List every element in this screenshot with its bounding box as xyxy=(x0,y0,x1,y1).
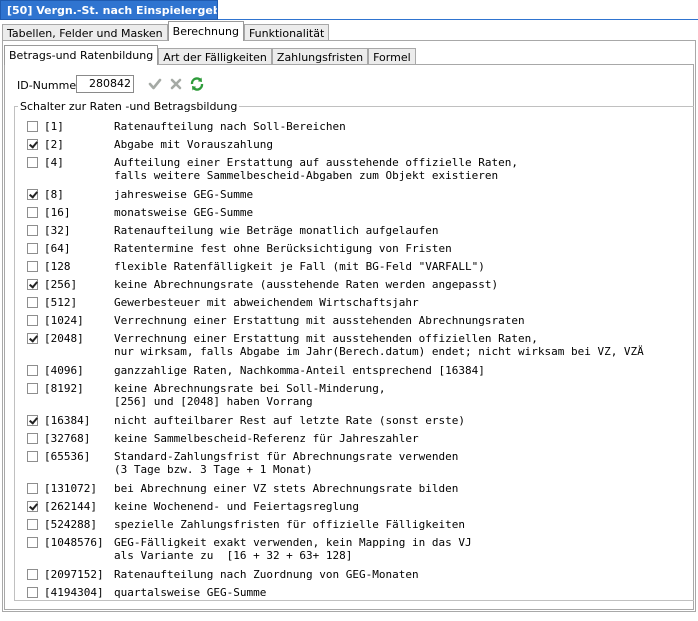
tab-berechnung[interactable]: Berechnung xyxy=(167,21,244,41)
option-checkbox[interactable] xyxy=(27,189,38,200)
option-checkbox[interactable] xyxy=(27,519,38,530)
option-code: [1] xyxy=(44,120,64,133)
option-checkbox[interactable] xyxy=(27,333,38,344)
option-code: [65536] xyxy=(44,450,91,463)
option-description: quartalsweise GEG-Summe xyxy=(114,586,267,599)
option-code: [131072] xyxy=(44,482,97,495)
option-description: GEG-Fälligkeit exakt verwenden, kein Map… xyxy=(114,536,472,562)
option-checkbox[interactable] xyxy=(27,207,38,218)
option-description: Standard-Zahlungsfrist für Abrechnungsra… xyxy=(114,450,459,476)
option-description: Ratenaufteilung wie Beträge monatlich au… xyxy=(114,224,439,237)
option-description: Ratentermine fest ohne Berücksichtigung … xyxy=(114,242,452,255)
option-description: monatsweise GEG-Summe xyxy=(114,206,254,219)
option-description: Abgabe mit Vorauszahlung xyxy=(114,138,273,151)
option-description: keine Wochenend- und Feiertagsreglung xyxy=(114,500,360,513)
check-icon xyxy=(148,78,162,90)
option-code: [128 xyxy=(44,260,71,273)
tab-formel[interactable]: Formel xyxy=(368,48,416,65)
option-code: [4096] xyxy=(44,364,84,377)
option-checkbox[interactable] xyxy=(27,537,38,548)
option-checkbox[interactable] xyxy=(27,415,38,426)
option-description: flexible Ratenfälligkeit je Fall (mit BG… xyxy=(114,260,485,273)
option-code: [8] xyxy=(44,188,64,201)
option-description: keine Sammelbescheid-Referenz für Jahres… xyxy=(114,432,419,445)
option-code: [4] xyxy=(44,156,64,169)
tab-funktionalitaet[interactable]: Funktionalität xyxy=(243,24,330,41)
option-description: Ratenaufteilung nach Soll-Bereichen xyxy=(114,120,346,133)
option-code: [1048576] xyxy=(44,536,104,549)
refresh-icon xyxy=(190,77,204,91)
switch-group-title: Schalter zur Raten -und Betragsbildung xyxy=(18,100,240,113)
option-code: [64] xyxy=(44,242,71,255)
option-description: Aufteilung einer Erstattung auf ausstehe… xyxy=(114,156,518,182)
option-code: [512] xyxy=(44,296,78,309)
refresh-button[interactable] xyxy=(188,75,206,93)
option-code: [2] xyxy=(44,138,64,151)
option-checkbox[interactable] xyxy=(27,261,38,272)
option-checkbox[interactable] xyxy=(27,433,38,444)
option-code: [16384] xyxy=(44,414,91,427)
option-checkbox[interactable] xyxy=(27,569,38,580)
option-checkbox[interactable] xyxy=(27,157,38,168)
option-description: jahresweise GEG-Summe xyxy=(114,188,254,201)
option-description: Verrechnung einer Erstattung mit aussteh… xyxy=(114,314,525,327)
option-checkbox[interactable] xyxy=(27,121,38,132)
option-code: [262144] xyxy=(44,500,97,513)
option-code: [256] xyxy=(44,278,78,291)
option-checkbox[interactable] xyxy=(27,139,38,150)
option-checkbox[interactable] xyxy=(27,501,38,512)
option-checkbox[interactable] xyxy=(27,297,38,308)
option-description: bei Abrechnung einer VZ stets Abrechnung… xyxy=(114,482,459,495)
option-code: [8192] xyxy=(44,382,84,395)
tab-betrags-ratenbildung[interactable]: Betrags-und Ratenbildung xyxy=(4,45,159,65)
inner-tab-strip: Betrags-und Ratenbildung Art der Fälligk… xyxy=(4,45,416,65)
option-code: [524288] xyxy=(44,518,97,531)
title-underline xyxy=(218,19,698,20)
option-description: ganzzahlige Raten, Nachkomma-Anteil ents… xyxy=(114,364,485,377)
option-checkbox[interactable] xyxy=(27,483,38,494)
option-checkbox[interactable] xyxy=(27,587,38,598)
option-code: [32] xyxy=(44,224,71,237)
option-description: keine Abrechnungsrate (ausstehende Raten… xyxy=(114,278,499,291)
option-code: [1024] xyxy=(44,314,84,327)
tab-art-faelligkeiten[interactable]: Art der Fälligkeiten xyxy=(158,48,272,65)
window-title: [50] Vergn.-St. nach Einspielergebn xyxy=(0,0,218,20)
tab-zahlungsfristen[interactable]: Zahlungsfristen xyxy=(271,48,369,65)
option-checkbox[interactable] xyxy=(27,365,38,376)
option-description: Gewerbesteuer mit abweichendem Wirtschaf… xyxy=(114,296,419,309)
option-description: Ratenaufteilung nach Zuordnung von GEG-M… xyxy=(114,568,419,581)
option-checkbox[interactable] xyxy=(27,451,38,462)
option-code: [2048] xyxy=(44,332,84,345)
id-number-label: ID-Nummer xyxy=(17,79,81,92)
option-description: nicht aufteilbarer Rest auf letzte Rate … xyxy=(114,414,465,427)
id-number-field[interactable]: 280842 xyxy=(76,75,134,93)
option-checkbox[interactable] xyxy=(27,315,38,326)
cancel-button[interactable] xyxy=(167,75,185,93)
option-code: [2097152] xyxy=(44,568,104,581)
option-description: Verrechnung einer Erstattung mit aussteh… xyxy=(114,332,644,358)
option-checkbox[interactable] xyxy=(27,279,38,290)
option-checkbox[interactable] xyxy=(27,383,38,394)
option-description: spezielle Zahlungsfristen für offizielle… xyxy=(114,518,465,531)
option-description: keine Abrechnungsrate bei Soll-Minderung… xyxy=(114,382,386,408)
outer-tab-strip: Tabellen, Felder und Masken Berechnung F… xyxy=(2,21,330,41)
option-code: [32768] xyxy=(44,432,91,445)
accept-button[interactable] xyxy=(146,75,164,93)
option-checkbox[interactable] xyxy=(27,243,38,254)
option-code: [16] xyxy=(44,206,71,219)
option-checkbox[interactable] xyxy=(27,225,38,236)
close-icon xyxy=(170,78,182,90)
option-code: [4194304] xyxy=(44,586,104,599)
tab-tabellen[interactable]: Tabellen, Felder und Masken xyxy=(2,24,168,41)
